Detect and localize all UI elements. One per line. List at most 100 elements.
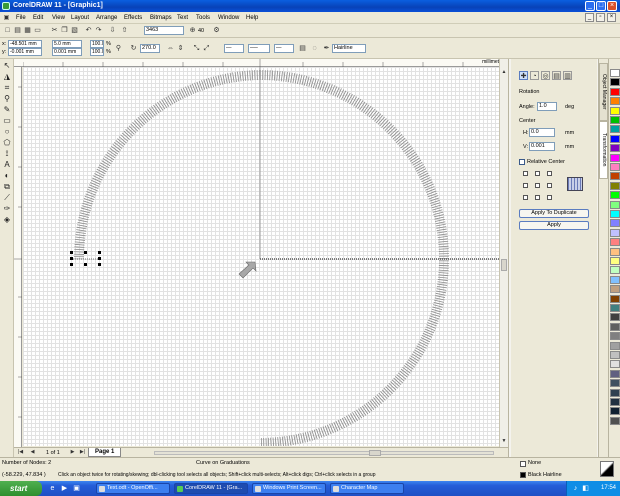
scroll-down-icon[interactable]: ▼ xyxy=(500,437,508,446)
node-icon[interactable]: ⤢ xyxy=(202,44,211,53)
center-h-input[interactable]: 0.0 xyxy=(529,128,555,137)
mirror-v-icon[interactable]: ⇕ xyxy=(176,44,185,53)
palette-swatch[interactable] xyxy=(610,416,620,425)
tray-volume-icon[interactable]: ♪ xyxy=(571,484,580,493)
wrap-icon[interactable]: ▤ xyxy=(298,44,307,53)
palette-swatch[interactable] xyxy=(610,116,620,124)
zoom-tool-icon[interactable]: ⚲ xyxy=(2,94,12,104)
palette-swatch[interactable] xyxy=(610,407,620,416)
quick-launch-ie-icon[interactable]: e xyxy=(48,484,57,493)
next-page-icon[interactable]: ▶ xyxy=(68,448,77,457)
zoom-extra-icon[interactable]: ⊕ xyxy=(188,26,197,35)
apply-button[interactable]: Apply xyxy=(519,221,589,230)
text-tool-icon[interactable]: A xyxy=(2,160,12,170)
interactive-fill-icon[interactable]: ◐ xyxy=(2,171,12,181)
doc-restore-button[interactable]: ▫ xyxy=(596,13,605,22)
menu-help[interactable]: Help xyxy=(246,15,258,21)
palette-swatch[interactable] xyxy=(610,398,620,406)
palette-swatch[interactable] xyxy=(610,238,620,247)
basic-shapes-tool-icon[interactable]: ⟟ xyxy=(2,149,12,159)
start-button[interactable]: start xyxy=(0,481,42,496)
task-print-screen[interactable]: Windows Print Screen... xyxy=(252,483,326,494)
menu-bitmaps[interactable]: Bitmaps xyxy=(150,15,172,21)
horizontal-scroll-thumb[interactable] xyxy=(369,450,381,456)
scroll-up-icon[interactable]: ▲ xyxy=(500,68,508,77)
line-style-select[interactable]: ── xyxy=(248,44,270,53)
freehand-tool-icon[interactable]: ✎ xyxy=(2,105,12,115)
quick-launch-explorer-icon[interactable]: ▣ xyxy=(72,484,81,493)
end-arrow-select[interactable]: — xyxy=(274,44,294,53)
scale-width-field[interactable]: 100.0 xyxy=(90,40,104,48)
scale-tab-icon[interactable]: ◎ xyxy=(541,71,550,80)
palette-swatch[interactable] xyxy=(610,97,620,106)
palette-swatch[interactable] xyxy=(610,191,620,200)
vertical-scrollbar[interactable]: ▲ ▼ xyxy=(499,59,508,447)
anchor-middle-left[interactable] xyxy=(523,183,528,188)
paste-icon[interactable]: ▧ xyxy=(70,26,79,35)
palette-swatch[interactable] xyxy=(610,379,620,388)
skew-tab-icon[interactable]: ▥ xyxy=(563,71,572,80)
task-openoffice[interactable]: Text.odt - OpenOffi... xyxy=(96,483,170,494)
menu-effects[interactable]: Effects xyxy=(124,15,142,21)
close-curve-icon[interactable]: ◌ xyxy=(310,44,319,53)
palette-swatch[interactable] xyxy=(610,219,620,228)
height-field[interactable]: 0.001 mm xyxy=(52,48,82,56)
horizontal-ruler[interactable]: millimeters xyxy=(14,59,508,67)
palette-swatch[interactable] xyxy=(610,285,620,294)
palette-swatch[interactable] xyxy=(610,163,620,171)
ellipse-tool-icon[interactable]: ○ xyxy=(2,127,12,137)
rotation-angle-field[interactable]: 270.0 xyxy=(140,44,160,53)
doc-minimize-button[interactable]: _ xyxy=(585,13,594,22)
palette-swatch[interactable] xyxy=(610,332,620,341)
palette-swatch[interactable] xyxy=(610,153,620,162)
apply-to-duplicate-button[interactable]: Apply To Duplicate xyxy=(519,209,589,218)
scale-height-field[interactable]: 100.0 xyxy=(90,48,104,56)
palette-swatch[interactable] xyxy=(610,341,620,350)
first-page-icon[interactable]: |◀ xyxy=(16,448,25,457)
palette-swatch[interactable] xyxy=(610,69,620,77)
palette-swatch[interactable] xyxy=(610,294,620,303)
anchor-top-right[interactable] xyxy=(547,171,552,176)
start-arrow-select[interactable]: — xyxy=(224,44,244,53)
palette-swatch[interactable] xyxy=(610,181,620,190)
import-icon[interactable]: ⇩ xyxy=(108,26,117,35)
palette-swatch[interactable] xyxy=(610,78,620,87)
menu-file[interactable]: File xyxy=(16,15,26,21)
center-v-input[interactable]: 0.001 xyxy=(529,142,555,151)
graduation-arc[interactable] xyxy=(74,70,449,446)
last-page-icon[interactable]: ▶| xyxy=(78,448,87,457)
tab-object-manager[interactable]: Object Manager xyxy=(599,63,608,121)
mirror-h-icon[interactable]: ⇔ xyxy=(166,44,175,53)
doc-close-button[interactable]: × xyxy=(607,13,616,22)
palette-swatch[interactable] xyxy=(610,172,620,181)
palette-swatch[interactable] xyxy=(610,369,620,378)
to-curve-icon[interactable]: ⤡ xyxy=(192,44,201,53)
palette-swatch[interactable] xyxy=(610,313,620,322)
palette-swatch[interactable] xyxy=(610,360,620,369)
menu-arrange[interactable]: Arrange xyxy=(96,15,117,21)
maximize-button[interactable]: □ xyxy=(596,1,606,11)
task-coreldraw[interactable]: CorelDRAW 11 - [Gra... xyxy=(174,483,248,494)
palette-swatch[interactable] xyxy=(610,228,620,237)
close-button[interactable]: × xyxy=(607,1,617,11)
anchor-top-center[interactable] xyxy=(535,171,540,176)
zoom-levels-field[interactable]: 3463 xyxy=(144,26,184,35)
save-icon[interactable]: ▦ xyxy=(23,26,32,35)
vertical-ruler[interactable] xyxy=(14,67,22,447)
menu-layout[interactable]: Layout xyxy=(71,15,89,21)
crop-tool-icon[interactable]: ⌗ xyxy=(2,83,12,93)
palette-swatch[interactable] xyxy=(610,125,620,134)
print-icon[interactable]: ▭ xyxy=(33,26,42,35)
palette-swatch[interactable] xyxy=(610,257,620,265)
lock-ratio-icon[interactable]: ⚲ xyxy=(114,44,123,53)
pen-icon[interactable]: ✒ xyxy=(322,44,331,53)
relative-center-checkbox[interactable] xyxy=(519,159,525,165)
anchor-middle-right[interactable] xyxy=(547,183,552,188)
palette-swatch[interactable] xyxy=(610,351,620,359)
menu-edit[interactable]: Edit xyxy=(33,15,43,21)
cut-icon[interactable]: ✂ xyxy=(50,26,59,35)
size-tab-icon[interactable]: ▤ xyxy=(552,71,561,80)
anchor-top-left[interactable] xyxy=(523,171,528,176)
shape-tool-icon[interactable]: ◮ xyxy=(2,72,12,82)
page-tab[interactable]: Page 1 xyxy=(88,448,122,457)
